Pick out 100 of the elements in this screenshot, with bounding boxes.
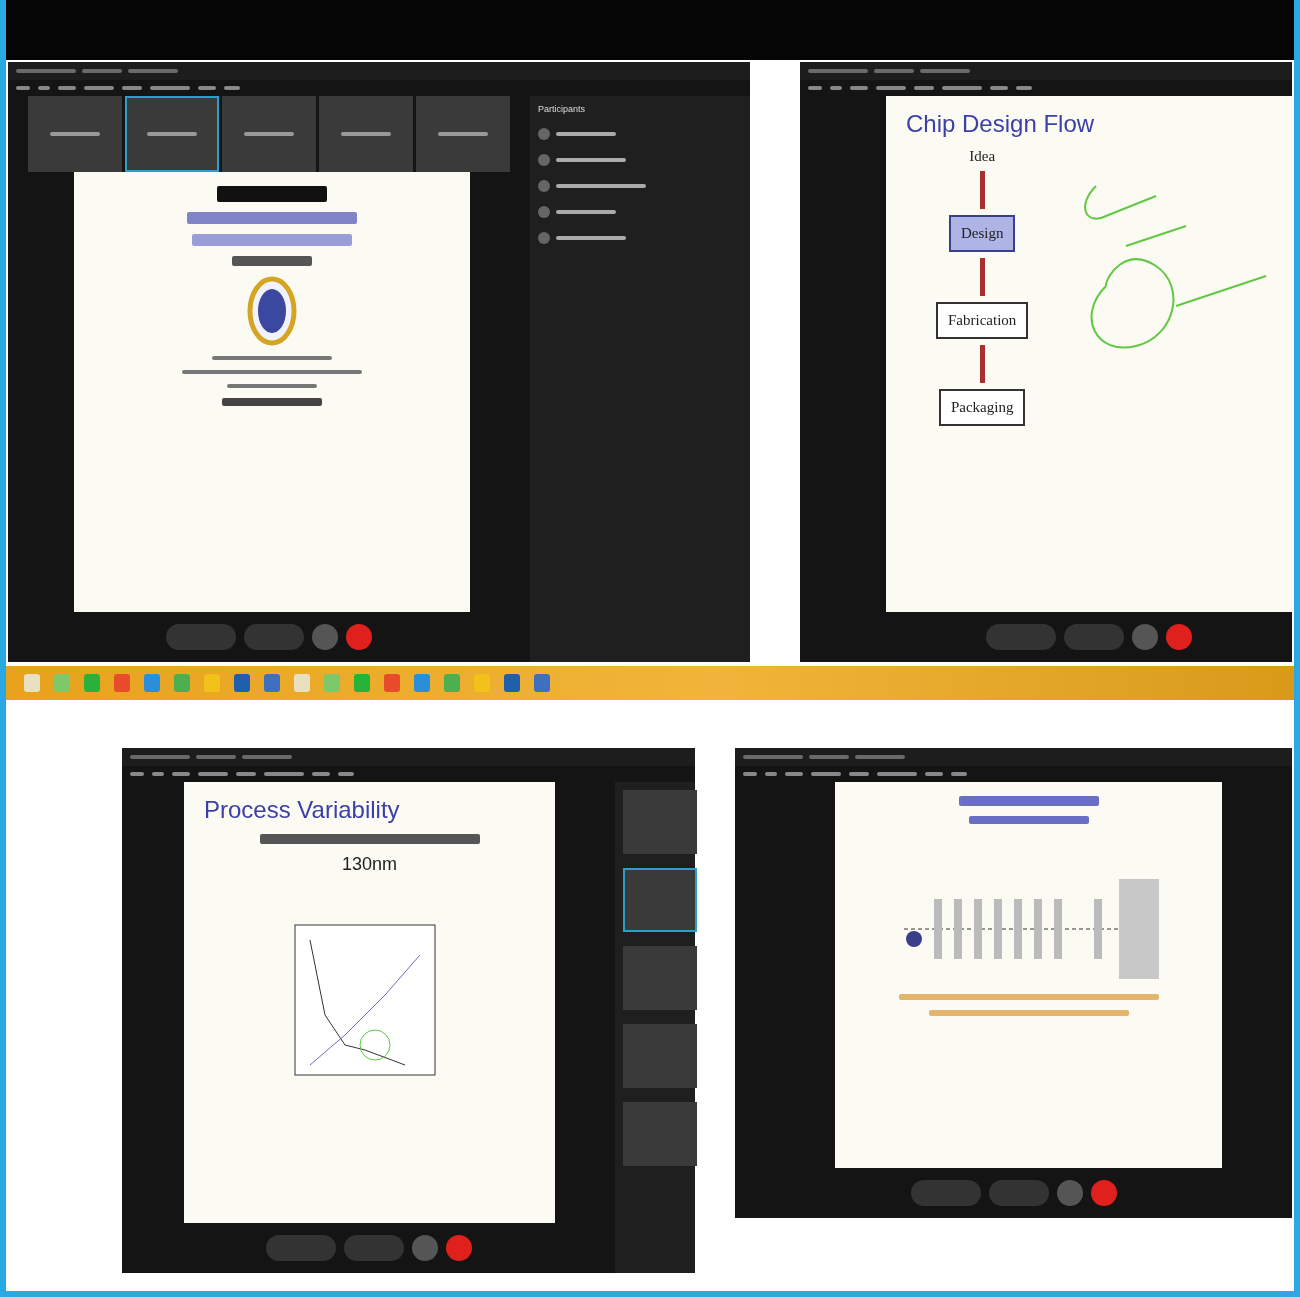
blurred-text-line	[765, 772, 777, 776]
blurred-text-line	[84, 86, 114, 90]
taskbar-app-icon[interactable]	[114, 674, 130, 692]
blurred-text-line	[809, 755, 849, 759]
participant-tile[interactable]	[416, 96, 510, 172]
blurred-text-line	[1016, 86, 1032, 90]
slide-title: Process Variability	[204, 796, 400, 824]
avatar-icon	[538, 154, 550, 166]
blurred-text-line	[264, 772, 304, 776]
avatar-icon	[538, 206, 550, 218]
blurred-text-line	[849, 772, 869, 776]
blurred-text-line	[82, 69, 122, 73]
blurred-text-line	[920, 69, 970, 73]
taskbar-app-icon[interactable]	[414, 674, 430, 692]
taskbar-app-icon[interactable]	[324, 674, 340, 692]
blurred-text-line	[808, 86, 822, 90]
blurred-text-line	[196, 755, 236, 759]
taskbar-app-icon[interactable]	[384, 674, 400, 692]
taskbar-app-icon[interactable]	[534, 674, 550, 692]
more-button[interactable]	[312, 624, 338, 650]
blurred-text-line	[128, 69, 178, 73]
blurred-text-line	[438, 132, 488, 136]
blurred-text-line	[152, 772, 164, 776]
taskbar-app-icon[interactable]	[24, 674, 40, 692]
slide-subtitle: 130nm	[341, 854, 397, 875]
taskbar-app-icon[interactable]	[144, 674, 160, 692]
blurred-text-line	[198, 86, 216, 90]
blurred-text-line	[874, 69, 914, 73]
blurred-text-line	[990, 86, 1008, 90]
participant-tile[interactable]	[623, 946, 697, 1010]
mute-button[interactable]	[910, 1180, 981, 1206]
more-button[interactable]	[1056, 1180, 1083, 1206]
leave-button[interactable]	[346, 624, 372, 650]
video-button[interactable]	[1064, 624, 1124, 650]
participant-tile[interactable]	[623, 868, 697, 932]
leave-button[interactable]	[1166, 624, 1192, 650]
taskbar-app-icon[interactable]	[354, 674, 370, 692]
blurred-text-line	[312, 772, 330, 776]
blurred-text-line	[16, 86, 30, 90]
blurred-text-line	[876, 86, 906, 90]
avatar-icon	[538, 128, 550, 140]
mute-button[interactable]	[265, 1235, 336, 1261]
slide-title: Chip Design Flow	[906, 110, 1095, 138]
flow-step: Fabrication	[936, 302, 1029, 339]
participant-tile[interactable]	[623, 1024, 697, 1088]
blurred-text-line	[150, 86, 190, 90]
leave-button[interactable]	[1090, 1180, 1117, 1206]
blurred-text-line	[556, 236, 626, 240]
blurred-text-line	[556, 132, 616, 136]
flow-step: Design	[948, 215, 1016, 252]
taskbar-app-icon[interactable]	[294, 674, 310, 692]
participant-tile[interactable]	[125, 96, 219, 172]
taskbar-app-icon[interactable]	[84, 674, 100, 692]
participant-tile[interactable]	[222, 96, 316, 172]
taskbar-app-icon[interactable]	[204, 674, 220, 692]
blurred-text-line	[172, 772, 190, 776]
blurred-text-line	[236, 772, 256, 776]
blurred-text-line	[556, 210, 616, 214]
blurred-text-line	[338, 772, 354, 776]
video-button[interactable]	[988, 1180, 1049, 1206]
taskbar-app-icon[interactable]	[54, 674, 70, 692]
blurred-text-line	[16, 69, 76, 73]
taskbar-app-icon[interactable]	[264, 674, 280, 692]
participant-tile[interactable]	[28, 96, 122, 172]
participant-tile[interactable]	[623, 1102, 697, 1166]
avatar-icon	[538, 180, 550, 192]
blurred-text-line	[925, 772, 943, 776]
flow-step: Packaging	[938, 389, 1026, 426]
blurred-text-line	[242, 755, 292, 759]
blurred-text-line	[130, 772, 144, 776]
blurred-text-line	[244, 132, 294, 136]
video-button[interactable]	[244, 624, 304, 650]
mute-button[interactable]	[986, 624, 1056, 650]
blurred-text-line	[942, 86, 982, 90]
blurred-text-line	[224, 86, 240, 90]
blurred-text-line	[850, 86, 868, 90]
blurred-text-line	[147, 132, 197, 136]
handwriting-circle	[359, 1029, 390, 1061]
taskbar-app-icon[interactable]	[234, 674, 250, 692]
taskbar-app-icon[interactable]	[444, 674, 460, 692]
leave-button[interactable]	[445, 1235, 472, 1261]
emblem-icon	[247, 276, 297, 346]
flow-step: Idea	[969, 148, 996, 165]
mute-button[interactable]	[166, 624, 236, 650]
panel-title: Participants	[538, 104, 587, 114]
more-button[interactable]	[1132, 624, 1158, 650]
participant-tile[interactable]	[319, 96, 413, 172]
blurred-text-line	[743, 755, 803, 759]
blurred-text-line	[198, 772, 228, 776]
blurred-text-line	[743, 772, 757, 776]
taskbar-app-icon[interactable]	[504, 674, 520, 692]
participant-tile[interactable]	[623, 790, 697, 854]
blurred-text-line	[914, 86, 934, 90]
blurred-text-line	[877, 772, 917, 776]
video-button[interactable]	[343, 1235, 404, 1261]
more-button[interactable]	[411, 1235, 438, 1261]
blurred-text-line	[785, 772, 803, 776]
avatar-icon	[538, 232, 550, 244]
taskbar-app-icon[interactable]	[174, 674, 190, 692]
blurred-text-line	[808, 69, 868, 73]
